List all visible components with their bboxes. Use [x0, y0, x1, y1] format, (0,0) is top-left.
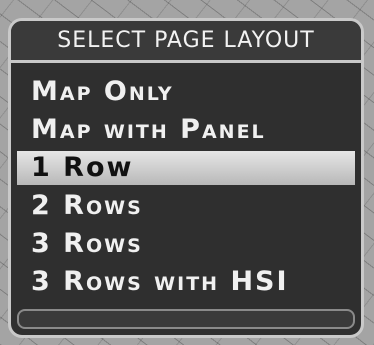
dialog-title: SELECT PAGE LAYOUT	[57, 28, 315, 53]
select-page-layout-dialog: SELECT PAGE LAYOUT Map Only Map with Pan…	[8, 18, 364, 338]
menu-item-3-rows-with-hsi[interactable]: 3 Rows with HSI	[17, 263, 355, 301]
menu-item-3-rows[interactable]: 3 Rows	[17, 225, 355, 263]
menu-item-2-rows[interactable]: 2 Rows	[17, 187, 355, 225]
menu-item-map-with-panel[interactable]: Map with Panel	[17, 111, 355, 149]
dialog-title-bar: SELECT PAGE LAYOUT	[11, 21, 361, 63]
menu-item-map-only[interactable]: Map Only	[17, 73, 355, 111]
dialog-footer-bar	[17, 309, 355, 329]
menu-item-1-row[interactable]: 1 Row	[17, 151, 355, 185]
layout-menu: Map Only Map with Panel 1 Row 2 Rows 3 R…	[17, 73, 355, 301]
